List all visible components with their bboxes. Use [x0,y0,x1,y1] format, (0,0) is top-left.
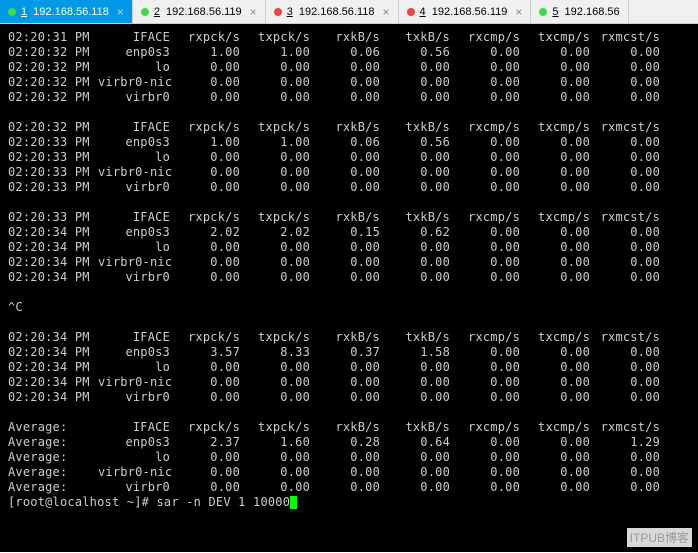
sar-data-row: Average:virbr00.000.000.000.000.000.000.… [8,480,690,495]
sar-data-row: Average:enp0s32.371.600.280.640.000.001.… [8,435,690,450]
status-dot-icon [539,8,547,16]
sar-header-row: 02:20:31 PMIFACErxpck/stxpck/srxkB/stxkB… [8,30,690,45]
tab-1[interactable]: 1 192.168.56.118 × [0,0,133,23]
tab-bar: 1 192.168.56.118×2 192.168.56.119×3 192.… [0,0,698,24]
sar-data-row: 02:20:33 PMenp0s31.001.000.060.560.000.0… [8,135,690,150]
status-dot-icon [8,8,16,16]
tab-label: 3 192.168.56.118 [287,6,375,18]
close-icon[interactable]: × [250,5,257,19]
shell-prompt[interactable]: [root@localhost ~]# sar -n DEV 1 10000 [8,495,690,510]
cursor-icon [290,496,297,509]
prompt-command: sar -n DEV 1 10000 [157,495,291,509]
blank-line [8,285,690,300]
prompt-userhost: [root@localhost ~]# [8,495,157,509]
sar-header-row: 02:20:34 PMIFACErxpck/stxpck/srxkB/stxkB… [8,330,690,345]
status-dot-icon [274,8,282,16]
interrupt-line: ^C [8,300,690,315]
sar-data-row: 02:20:34 PMenp0s33.578.330.371.580.000.0… [8,345,690,360]
tab-2[interactable]: 2 192.168.56.119 × [133,0,266,23]
watermark: ITPUB博客 [627,528,692,547]
close-icon[interactable]: × [383,5,390,19]
sar-data-row: 02:20:33 PMvirbr0-nic0.000.000.000.000.0… [8,165,690,180]
tab-label: 1 192.168.56.118 [21,6,109,18]
close-icon[interactable]: × [117,5,124,19]
sar-header-row: 02:20:32 PMIFACErxpck/stxpck/srxkB/stxkB… [8,120,690,135]
sar-data-row: 02:20:34 PMvirbr0-nic0.000.000.000.000.0… [8,255,690,270]
sar-data-row: 02:20:34 PMvirbr00.000.000.000.000.000.0… [8,390,690,405]
status-dot-icon [407,8,415,16]
close-icon[interactable]: × [515,5,522,19]
sar-data-row: 02:20:32 PMvirbr0-nic0.000.000.000.000.0… [8,75,690,90]
blank-line [8,195,690,210]
sar-data-row: 02:20:34 PMlo0.000.000.000.000.000.000.0… [8,240,690,255]
terminal-output[interactable]: 02:20:31 PMIFACErxpck/stxpck/srxkB/stxkB… [0,24,698,552]
blank-line [8,405,690,420]
sar-data-row: 02:20:33 PMlo0.000.000.000.000.000.000.0… [8,150,690,165]
tab-5[interactable]: 5 192.168.56 [531,0,628,23]
sar-data-row: 02:20:32 PMvirbr00.000.000.000.000.000.0… [8,90,690,105]
sar-header-row: 02:20:33 PMIFACErxpck/stxpck/srxkB/stxkB… [8,210,690,225]
sar-data-row: 02:20:34 PMenp0s32.022.020.150.620.000.0… [8,225,690,240]
blank-line [8,105,690,120]
sar-header-row: Average:IFACErxpck/stxpck/srxkB/stxkB/sr… [8,420,690,435]
sar-data-row: 02:20:32 PMenp0s31.001.000.060.560.000.0… [8,45,690,60]
tab-3[interactable]: 3 192.168.56.118 × [266,0,399,23]
sar-data-row: Average:lo0.000.000.000.000.000.000.00 [8,450,690,465]
tab-label: 2 192.168.56.119 [154,6,242,18]
tab-label: 5 192.168.56 [552,6,619,18]
sar-data-row: 02:20:32 PMlo0.000.000.000.000.000.000.0… [8,60,690,75]
sar-data-row: 02:20:34 PMvirbr0-nic0.000.000.000.000.0… [8,375,690,390]
sar-data-row: Average:virbr0-nic0.000.000.000.000.000.… [8,465,690,480]
status-dot-icon [141,8,149,16]
sar-data-row: 02:20:34 PMlo0.000.000.000.000.000.000.0… [8,360,690,375]
tab-4[interactable]: 4 192.168.56.119 × [399,0,532,23]
sar-data-row: 02:20:33 PMvirbr00.000.000.000.000.000.0… [8,180,690,195]
sar-data-row: 02:20:34 PMvirbr00.000.000.000.000.000.0… [8,270,690,285]
tab-label: 4 192.168.56.119 [420,6,508,18]
blank-line [8,315,690,330]
